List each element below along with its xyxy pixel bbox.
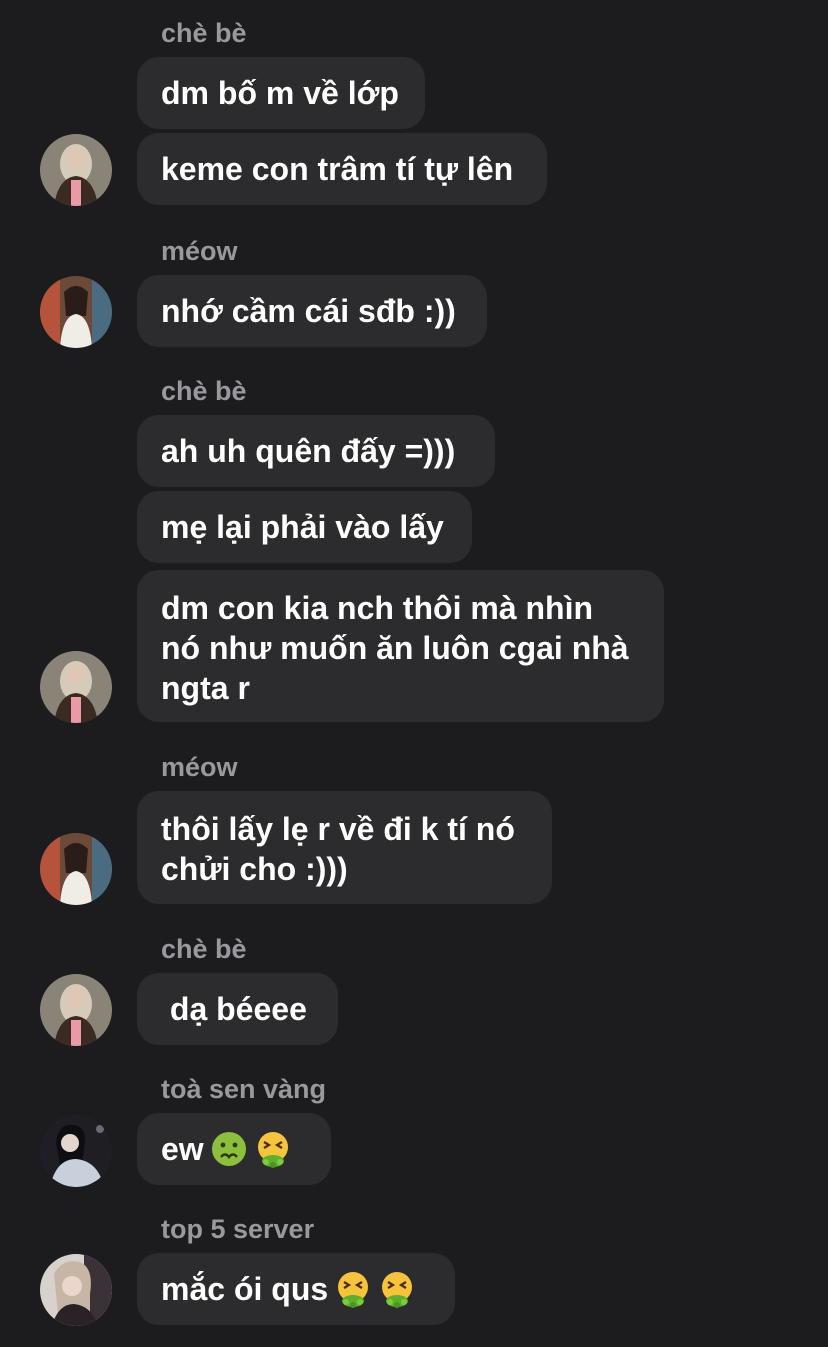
sender-name: toà sen vàng xyxy=(161,1074,327,1104)
message-bubble[interactable]: dạ béeee xyxy=(137,973,338,1045)
message-text: dạ béeee xyxy=(161,991,307,1027)
avatar[interactable] xyxy=(40,1254,112,1326)
message-bubble[interactable]: thôi lấy lẹ r về đi k tí nó chửi cho :))… xyxy=(137,791,552,904)
message-bubble[interactable]: dm bố m về lớp xyxy=(137,57,425,129)
message-text: thôi lấy lẹ r về đi k tí nó chửi cho :))… xyxy=(161,811,515,887)
avatar[interactable] xyxy=(40,1115,112,1187)
sender-name: méow xyxy=(161,752,238,782)
avatar-image xyxy=(40,974,112,1046)
message-bubble[interactable]: mẹ lại phải vào lấy xyxy=(137,491,472,563)
sender-name: méow xyxy=(161,236,238,266)
message-text: dm con kia nch thôi mà nhìn nó như muốn … xyxy=(161,590,629,706)
avatar[interactable] xyxy=(40,651,112,723)
avatar-image xyxy=(40,833,112,905)
sender-name: chè bè xyxy=(161,18,247,48)
message-text: mắc ói qus xyxy=(161,1271,329,1307)
avatar-image xyxy=(40,276,112,348)
avatar[interactable] xyxy=(40,276,112,348)
vomiting-face-icon xyxy=(338,1272,369,1308)
message-text: dm bố m về lớp xyxy=(161,75,399,111)
avatar[interactable] xyxy=(40,134,112,206)
nauseated-face-icon xyxy=(211,1132,246,1166)
vomiting-face-icon xyxy=(257,1132,288,1168)
message-bubble[interactable]: ah uh quên đấy =))) xyxy=(137,415,495,487)
message-text: ah uh quên đấy =))) xyxy=(161,433,456,469)
sender-name: chè bè xyxy=(161,934,247,964)
message-text: ew xyxy=(161,1131,204,1167)
message-bubble[interactable]: keme con trâm tí tự lên xyxy=(137,133,547,205)
message-text: keme con trâm tí tự lên xyxy=(161,151,514,187)
avatar[interactable] xyxy=(40,833,112,905)
message-bubble[interactable]: mắc ói qus xyxy=(137,1253,455,1325)
avatar-image xyxy=(40,651,112,723)
sender-name: top 5 server xyxy=(161,1214,315,1244)
avatar-image xyxy=(40,1254,112,1326)
message-bubble[interactable]: ew xyxy=(137,1113,331,1185)
avatar[interactable] xyxy=(40,974,112,1046)
message-bubble[interactable]: dm con kia nch thôi mà nhìn nó như muốn … xyxy=(137,570,664,722)
vomiting-face-icon xyxy=(382,1272,413,1308)
message-text: mẹ lại phải vào lấy xyxy=(161,509,444,545)
avatar-image xyxy=(40,134,112,206)
message-text: nhớ cầm cái sđb :)) xyxy=(161,293,456,329)
sender-name: chè bè xyxy=(161,376,247,406)
avatar-image xyxy=(40,1115,112,1187)
message-bubble[interactable]: nhớ cầm cái sđb :)) xyxy=(137,275,487,347)
